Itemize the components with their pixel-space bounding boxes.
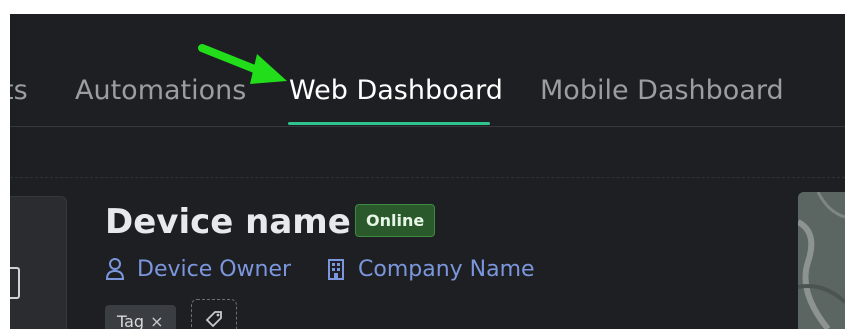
company-name-label: Company Name xyxy=(358,256,535,282)
tag-remove-icon[interactable]: × xyxy=(150,312,163,329)
tab-bar: ts Automations Web Dashboard Mobile Dash… xyxy=(10,14,845,127)
add-tag-button[interactable] xyxy=(191,299,237,329)
tab-mobile-dashboard[interactable]: Mobile Dashboard xyxy=(540,75,784,107)
tag-chip[interactable]: Tag × xyxy=(105,305,176,329)
tag-label: Tag xyxy=(117,312,145,329)
section-divider xyxy=(10,177,845,178)
active-tab-indicator xyxy=(288,122,490,125)
company-name-link[interactable]: Company Name xyxy=(326,254,535,284)
tab-web-dashboard[interactable]: Web Dashboard xyxy=(289,75,503,107)
device-owner-label: Device Owner xyxy=(137,256,292,282)
building-icon xyxy=(328,259,344,280)
annotation-arrow xyxy=(198,44,287,84)
tab-partial[interactable]: ts xyxy=(10,75,28,107)
map-roads xyxy=(798,192,845,329)
device-owner-link[interactable]: Device Owner xyxy=(105,254,291,284)
app-window: ts Automations Web Dashboard Mobile Dash… xyxy=(10,14,845,329)
user-icon xyxy=(105,258,125,280)
device-image-card[interactable] xyxy=(10,196,67,329)
map-thumbnail[interactable] xyxy=(798,192,845,329)
device-name-title: Device name xyxy=(105,202,351,242)
tag-icon xyxy=(205,311,222,328)
status-badge: Online xyxy=(355,204,436,237)
device-icon xyxy=(10,267,20,299)
